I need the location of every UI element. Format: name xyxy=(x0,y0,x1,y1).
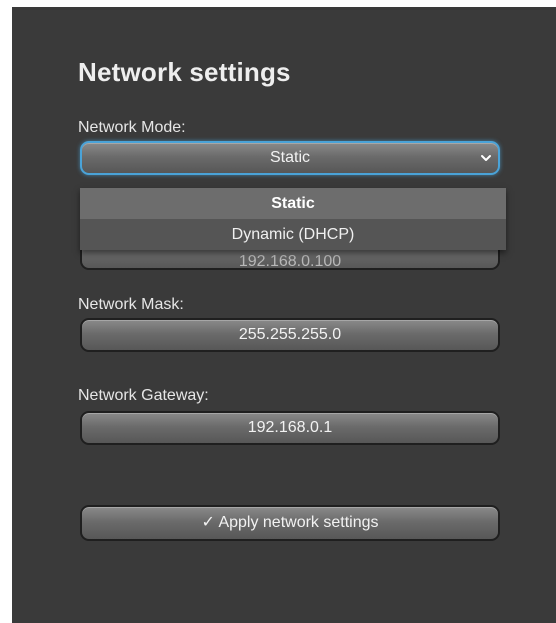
network-mask-field[interactable]: 255.255.255.0 xyxy=(80,318,500,352)
apply-button-label: ✓ Apply network settings xyxy=(201,514,379,531)
network-mode-value: Static xyxy=(269,149,310,166)
page-title: Network settings xyxy=(78,57,291,87)
network-mask-value: 255.255.255.0 xyxy=(238,326,342,343)
network-gateway-field[interactable]: 192.168.0.1 xyxy=(80,411,500,445)
network-gateway-value: 192.168.0.1 xyxy=(247,419,333,436)
network-gateway-label: Network Gateway: xyxy=(78,387,209,404)
network-mode-dropdown: Static Dynamic (DHCP) xyxy=(80,188,506,250)
chevron-down-icon xyxy=(481,155,491,161)
network-mode-option-static[interactable]: Static xyxy=(80,188,506,219)
network-mode-option-dhcp[interactable]: Dynamic (DHCP) xyxy=(80,219,506,250)
network-mode-select[interactable]: Static xyxy=(80,141,500,175)
network-mask-label: Network Mask: xyxy=(78,296,184,313)
network-mode-label: Network Mode: xyxy=(78,119,186,136)
ip-address-value: 192.168.0.100 xyxy=(238,253,342,270)
network-settings-panel: Network settings Network Mode: Static St… xyxy=(12,7,556,623)
apply-network-settings-button[interactable]: ✓ Apply network settings xyxy=(80,505,500,541)
